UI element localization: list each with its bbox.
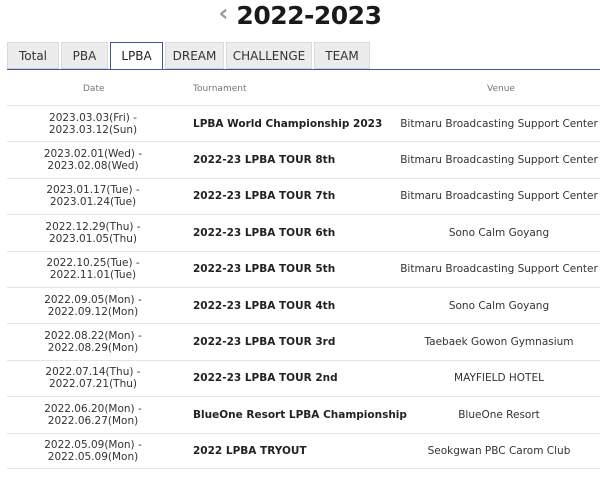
table-row[interactable]: 2022.05.09(Mon) - 2022.05.09(Mon) 2022 L… xyxy=(7,432,600,469)
row-tournament[interactable]: 2022-23 LPBA TOUR 7th xyxy=(193,190,335,202)
row-tournament[interactable]: 2022-23 LPBA TOUR 2nd xyxy=(193,372,338,384)
tab-pba[interactable]: PBA xyxy=(61,42,108,69)
row-tournament[interactable]: 2022-23 LPBA TOUR 4th xyxy=(193,300,335,312)
table-row[interactable]: 2022.08.22(Mon) - 2022.08.29(Mon) 2022-2… xyxy=(7,323,600,359)
tab-challenge[interactable]: CHALLENGE xyxy=(226,42,312,69)
table-row[interactable]: 2022.09.05(Mon) - 2022.09.12(Mon) 2022-2… xyxy=(7,286,600,323)
row-tournament[interactable]: 2022-23 LPBA TOUR 3rd xyxy=(193,336,335,348)
table-row[interactable]: 2022.06.20(Mon) - 2022.06.27(Mon) BlueOn… xyxy=(7,396,600,432)
header-date: Date xyxy=(83,84,105,94)
header-tournament: Tournament xyxy=(193,84,247,94)
row-date: 2023.03.03(Fri) - 2023.03.12(Sun) xyxy=(48,111,138,136)
table-header: Date Tournament Venue xyxy=(7,84,600,100)
row-date: 2022.10.25(Tue) - 2022.11.01(Tue) xyxy=(46,257,140,282)
table-row[interactable]: 2023.03.03(Fri) - 2023.03.12(Sun) LPBA W… xyxy=(7,105,600,141)
row-tournament[interactable]: 2022-23 LPBA TOUR 5th xyxy=(193,263,335,275)
schedule-table: 2023.03.03(Fri) - 2023.03.12(Sun) LPBA W… xyxy=(7,105,600,469)
tab-underline xyxy=(7,69,600,70)
row-venue: Sono Calm Goyang xyxy=(448,299,550,312)
tab-lpba[interactable]: LPBA xyxy=(110,42,163,70)
row-venue: MAYFIELD HOTEL xyxy=(454,372,544,385)
row-date: 2023.02.01(Wed) - 2023.02.08(Wed) xyxy=(43,148,143,173)
table-row[interactable]: 2022.12.29(Thu) - 2023.01.05(Thu) 2022-2… xyxy=(7,214,600,250)
tab-total[interactable]: Total xyxy=(7,42,59,69)
row-tournament[interactable]: 2022 LPBA TRYOUT xyxy=(193,445,307,457)
row-venue: Bitmaru Broadcasting Support Center xyxy=(400,190,598,203)
row-venue: Bitmaru Broadcasting Support Center xyxy=(400,117,598,130)
row-venue: Seokgwan PBC Carom Club xyxy=(427,444,571,457)
header-venue: Venue xyxy=(487,84,515,94)
season-title: 2022-2023 xyxy=(236,0,382,30)
row-date: 2023.01.17(Tue) - 2023.01.24(Tue) xyxy=(46,184,140,209)
row-venue: Taebaek Gowon Gymnasium xyxy=(424,336,574,349)
table-row[interactable]: 2022.10.25(Tue) - 2022.11.01(Tue) 2022-2… xyxy=(7,250,600,287)
chevron-left-icon[interactable]: ‹ xyxy=(219,1,229,25)
row-date: 2022.12.29(Thu) - 2023.01.05(Thu) xyxy=(45,220,141,245)
row-venue: Bitmaru Broadcasting Support Center xyxy=(400,263,598,276)
row-date: 2022.06.20(Mon) - 2022.06.27(Mon) xyxy=(44,402,142,427)
row-venue: BlueOne Resort xyxy=(458,408,540,421)
table-row[interactable]: 2023.01.17(Tue) - 2023.01.24(Tue) 2022-2… xyxy=(7,177,600,214)
row-venue: Bitmaru Broadcasting Support Center xyxy=(400,154,598,167)
row-tournament[interactable]: BlueOne Resort LPBA Championship xyxy=(193,409,407,421)
row-tournament[interactable]: LPBA World Championship 2023 xyxy=(193,118,382,130)
tab-dream[interactable]: DREAM xyxy=(165,42,224,69)
season-header: ‹ 2022-2023 xyxy=(0,0,600,30)
tab-team[interactable]: TEAM xyxy=(314,42,370,69)
table-row[interactable]: 2022.07.14(Thu) - 2022.07.21(Thu) 2022-2… xyxy=(7,359,600,396)
row-tournament[interactable]: 2022-23 LPBA TOUR 8th xyxy=(193,154,335,166)
row-tournament[interactable]: 2022-23 LPBA TOUR 6th xyxy=(193,227,335,239)
row-date: 2022.05.09(Mon) - 2022.05.09(Mon) xyxy=(44,438,142,463)
row-date: 2022.09.05(Mon) - 2022.09.12(Mon) xyxy=(44,293,142,318)
row-date: 2022.07.14(Thu) - 2022.07.21(Thu) xyxy=(45,366,141,391)
row-date: 2022.08.22(Mon) - 2022.08.29(Mon) xyxy=(44,330,142,355)
table-row[interactable]: 2023.02.01(Wed) - 2023.02.08(Wed) 2022-2… xyxy=(7,141,600,177)
row-venue: Sono Calm Goyang xyxy=(448,226,550,239)
tournament-tabs: Total PBA LPBA DREAM CHALLENGE TEAM xyxy=(7,42,372,70)
